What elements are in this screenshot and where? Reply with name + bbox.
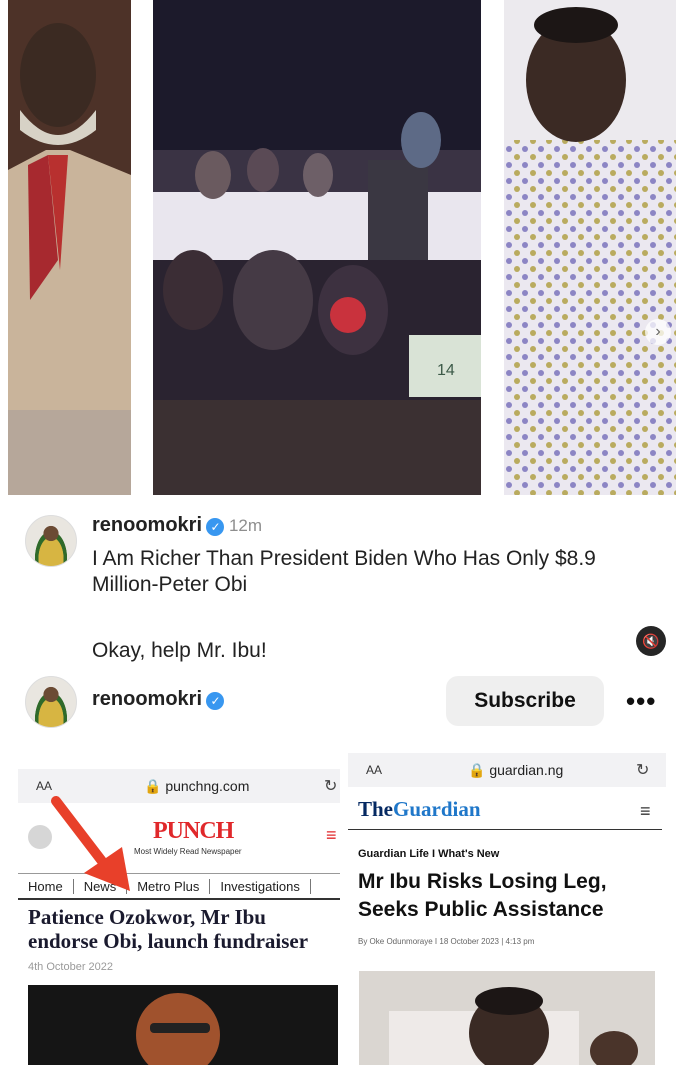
punch-photo-illustration (28, 985, 338, 1065)
punch-logo: PUNCH (153, 818, 234, 844)
carousel-photo-stage-crowd[interactable]: 14 (153, 0, 481, 495)
more-options-icon[interactable]: ••• (626, 686, 656, 717)
guardian-reload-icon: ↻ (636, 762, 650, 779)
post-username[interactable]: renoomokri (92, 514, 202, 536)
post-time: 12m (228, 516, 263, 535)
guardian-byline: By Oke Odunmoraye I 18 October 2023 | 4:… (358, 937, 535, 946)
punch-date: 4th October 2022 (28, 961, 114, 973)
hospital-illustration (504, 0, 676, 495)
post-caption-line2: Million-Peter Obi (92, 573, 248, 596)
footer-verified-badge-icon: ✓ (206, 691, 225, 710)
footer-avatar[interactable] (25, 676, 77, 728)
guardian-article-photo (359, 971, 655, 1065)
footer-username[interactable]: renoomokri (92, 688, 202, 710)
guardian-article-screenshot: AA 🔒 guardian.ng ↻ TheGuardian ≡ Guardia… (348, 749, 666, 1065)
guardian-divider (348, 829, 662, 830)
punch-nav-investigations: Investigations (210, 878, 311, 894)
punch-reader-aa: AA (36, 779, 53, 793)
post-header: renoomokri ✓ 12m (92, 514, 262, 537)
guardian-kicker: Guardian Life I What's New (358, 848, 500, 860)
guardian-url-bar: AA 🔒 guardian.ng ↻ (348, 753, 666, 787)
carousel-photo-man-in-blazer[interactable] (8, 0, 131, 495)
red-arrow-icon (51, 796, 130, 891)
stage-crowd-illustration: 14 (153, 0, 481, 495)
punch-url-text: punchng.com (165, 778, 250, 794)
punch-reload-icon: ↻ (324, 778, 338, 795)
guardian-url: 🔒 guardian.ng (468, 762, 564, 778)
guardian-reader-aa: AA (366, 763, 383, 777)
punch-tagline: Most Widely Read Newspaper (134, 847, 242, 856)
guardian-photo-illustration (359, 971, 655, 1065)
verified-badge-icon: ✓ (206, 517, 225, 536)
man-in-blazer-illustration (8, 0, 131, 495)
guardian-logo-main: Guardian (393, 797, 481, 821)
carousel-next-button[interactable]: › (645, 319, 671, 345)
mute-audio-icon[interactable]: 🔇 (636, 626, 666, 656)
carousel-photo-man-in-hospital[interactable] (504, 0, 676, 495)
guardian-url-text: guardian.ng (489, 762, 564, 778)
subscribe-button[interactable]: Subscribe (446, 676, 604, 726)
guardian-logo-pre: The (358, 797, 394, 821)
punch-headline: Patience Ozokwor, Mr Ibu endorse Obi, la… (28, 905, 309, 953)
guardian-menu-icon: ≡ (640, 801, 651, 821)
punch-url: 🔒 punchng.com (144, 778, 250, 794)
punch-article-photo (28, 985, 338, 1065)
post-caption-line1: I Am Richer Than President Biden Who Has… (92, 547, 596, 570)
punch-profile-icon (28, 825, 52, 849)
footer-account: renoomokri ✓ (92, 688, 225, 711)
post-caption-line3: Okay, help Mr. Ibu! (92, 639, 267, 662)
author-avatar[interactable] (25, 515, 77, 567)
guardian-headline: Mr Ibu Risks Losing Leg, Seeks Public As… (358, 870, 607, 921)
svg-text:14: 14 (437, 362, 455, 379)
punch-menu-icon: ≡ (326, 825, 337, 845)
guardian-logo: TheGuardian (358, 797, 481, 822)
